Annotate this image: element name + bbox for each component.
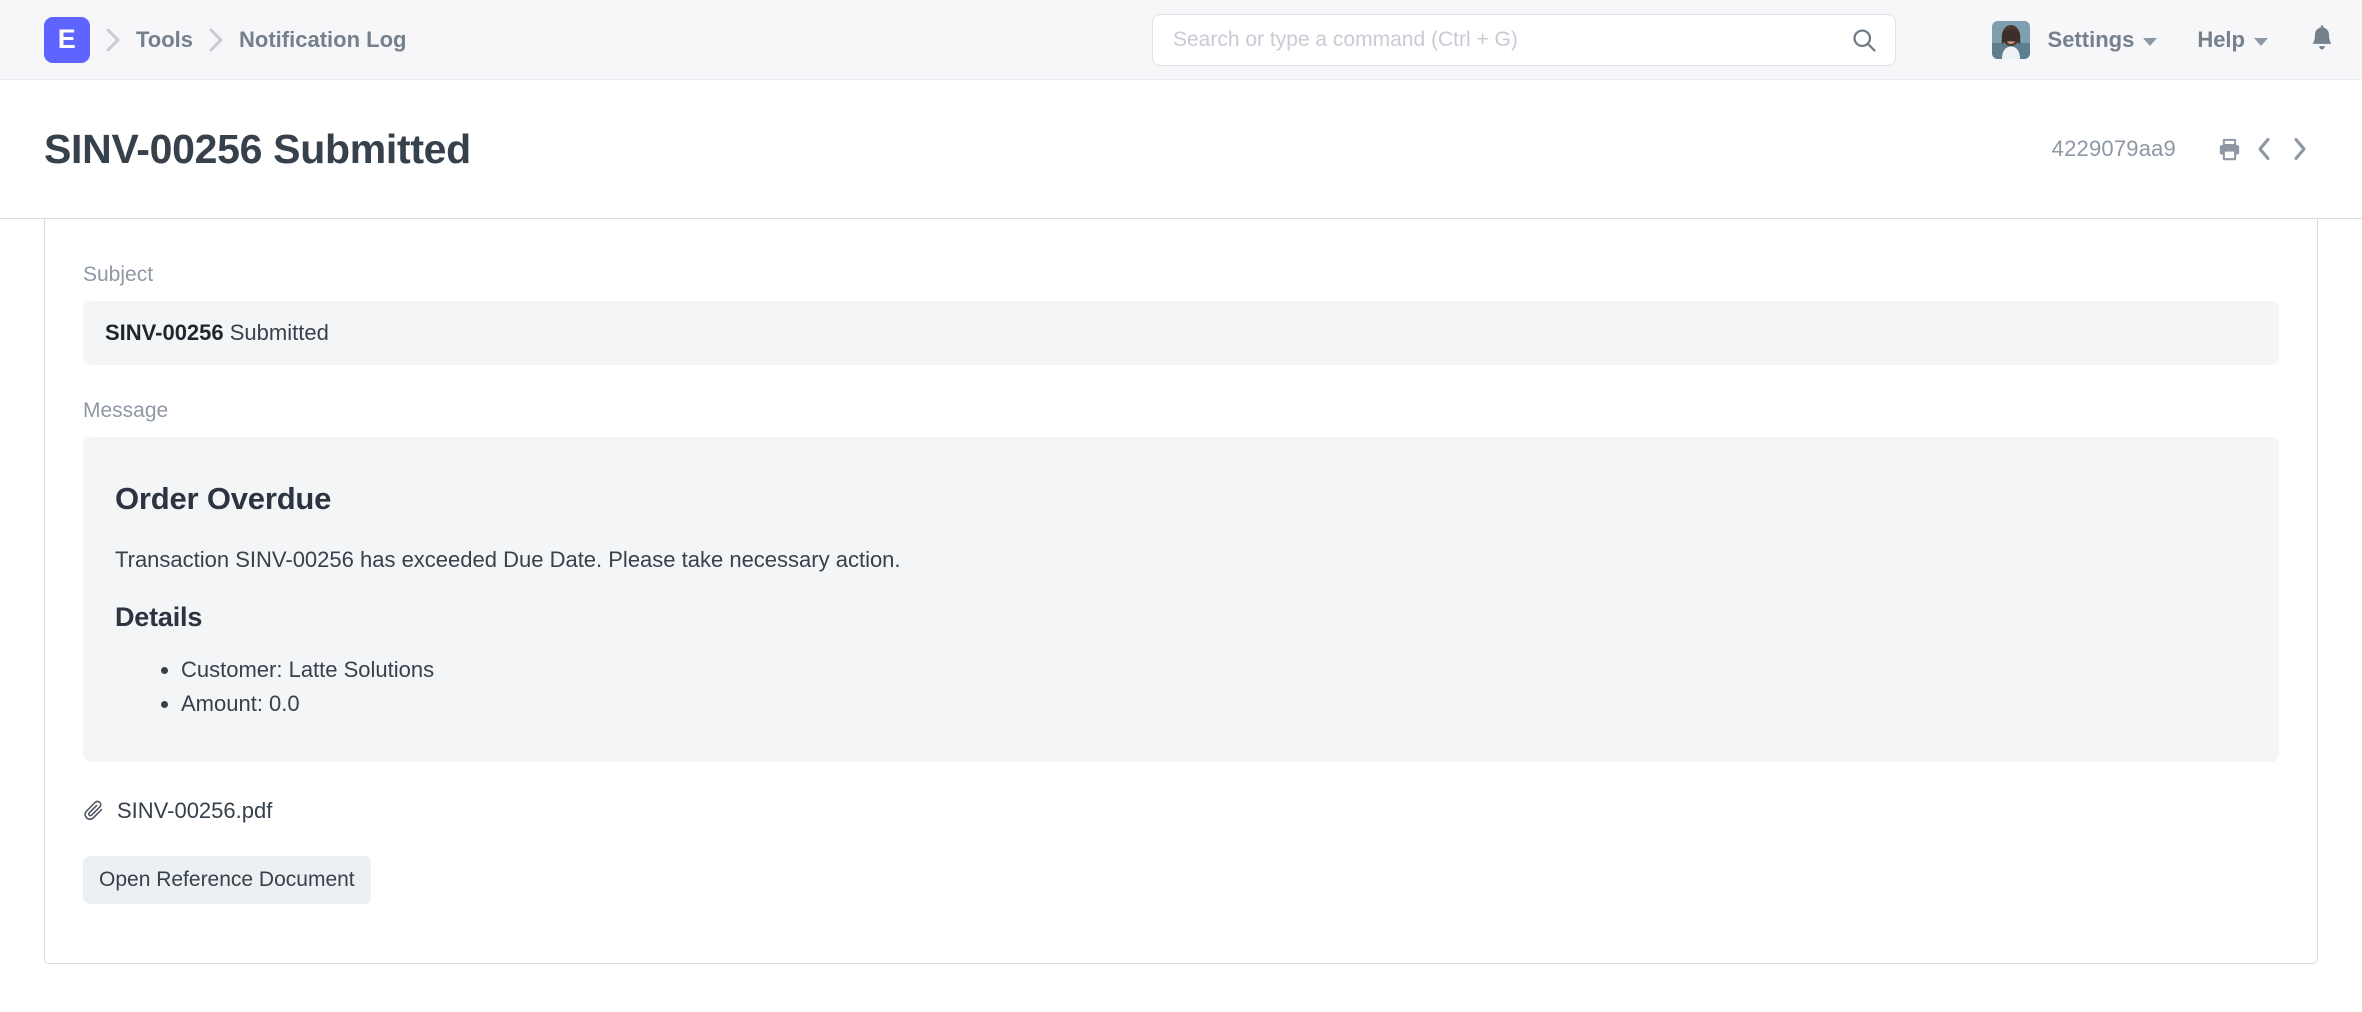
list-item: Amount: 0.0 [181,687,2247,721]
bell-icon[interactable] [2308,25,2336,55]
message-label: Message [83,398,169,422]
settings-menu[interactable]: Settings [2048,27,2158,53]
breadcrumb: E Tools Notification Log [44,16,406,63]
breadcrumb-item-notification-log[interactable]: Notification Log [239,27,406,53]
navbar: E Tools Notification Log Search or type … [0,0,2362,80]
message-heading: Order Overdue [115,480,332,516]
list-item: Customer: Latte Solutions [181,653,2247,687]
navbar-right: Settings Help [1991,0,2336,80]
message-field: Message Order Overdue Transaction SINV-0… [83,399,2279,762]
page-header-actions: 4229079aa9 [2052,80,2318,218]
search-input[interactable] [1152,14,1896,66]
message-body: Order Overdue Transaction SINV-00256 has… [83,436,2279,762]
search-container [1152,14,1896,66]
help-label: Help [2197,27,2245,52]
app-logo[interactable]: E [44,16,90,63]
message-details-heading: Details [115,601,203,632]
printer-icon[interactable] [2212,132,2246,166]
page-header: SINV-00256 Submitted 4229079aa9 [0,80,2362,218]
chevron-right-icon[interactable] [2282,132,2318,166]
document-id: 4229079aa9 [2051,136,2176,161]
subject-value-bold: SINV-00256 [105,320,224,345]
subject-value-rest: Submitted [223,320,329,345]
subject-label: Subject [83,263,154,286]
chevron-right-icon [193,25,239,55]
avatar[interactable] [1991,21,2030,59]
form-card: Subject SINV-00256 Submitted Message Ord… [44,219,2318,964]
chevron-down-icon [2143,37,2158,46]
chevron-down-icon [2254,37,2268,46]
chevron-right-icon [90,25,136,55]
attachment-link[interactable]: SINV-00256.pdf [83,798,272,824]
content-region: Subject SINV-00256 Submitted Message Ord… [0,219,2362,1011]
breadcrumb-item-tools[interactable]: Tools [136,27,193,53]
help-menu[interactable]: Help [2197,27,2268,53]
settings-label: Settings [2047,27,2135,52]
paperclip-icon [83,800,105,822]
message-details-list: Customer: Latte Solutions Amount: 0.0 [115,653,2247,721]
message-paragraph: Transaction SINV-00256 has exceeded Due … [115,546,901,572]
chevron-left-icon[interactable] [2246,132,2282,166]
subject-value: SINV-00256 Submitted [83,301,2279,365]
subject-field: Subject SINV-00256 Submitted [83,263,2279,365]
page-title: SINV-00256 Submitted [44,125,471,172]
attachment-filename: SINV-00256.pdf [117,797,273,823]
open-reference-document-button[interactable]: Open Reference Document [83,855,371,904]
